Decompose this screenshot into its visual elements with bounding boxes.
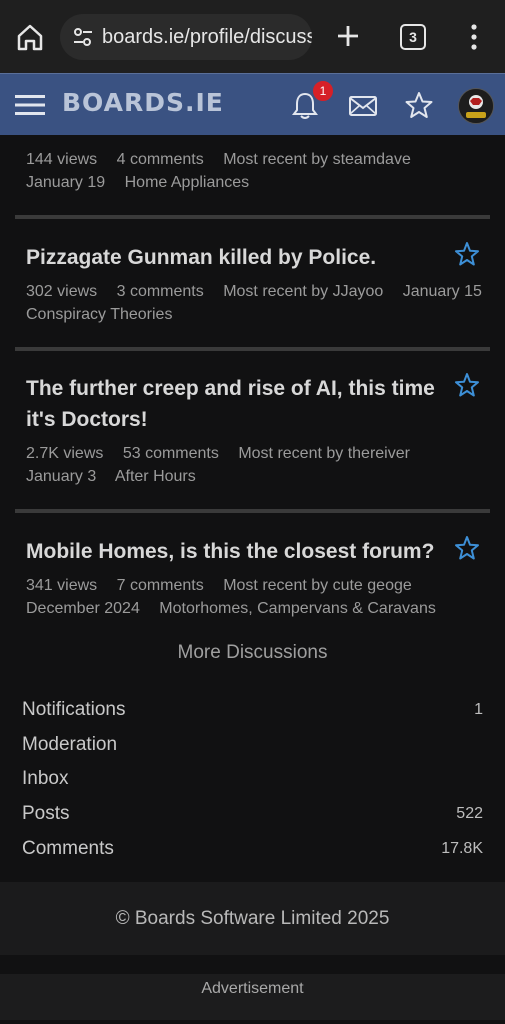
bookmark-star-icon[interactable] <box>454 241 480 267</box>
new-tab-icon[interactable] <box>333 21 363 51</box>
views-count: 144 views <box>26 151 98 168</box>
tab-switcher-button[interactable]: 3 <box>400 24 426 50</box>
discussion-meta: 2.7K views 53 comments Most recent by th… <box>26 445 425 463</box>
stat-label: Moderation <box>22 734 118 755</box>
notification-badge: 1 <box>312 80 334 102</box>
address-bar[interactable]: boards.ie/profile/discuss <box>60 14 312 60</box>
discussion-category[interactable]: Conspiracy Theories <box>26 306 172 323</box>
most-recent-by[interactable]: Most recent by thereiver <box>238 445 410 462</box>
avatar-image-icon <box>459 89 493 123</box>
stat-count: 1 <box>474 701 483 718</box>
advertisement-banner: Advertisement <box>0 974 505 1020</box>
discussion-meta-row2: January 19 Home Appliances <box>26 174 264 192</box>
views-count: 341 views <box>26 577 98 594</box>
discussion-date: January 3 <box>26 468 97 485</box>
stat-posts[interactable]: Posts 522 <box>22 801 483 827</box>
comments-count: 7 comments <box>116 577 204 594</box>
site-settings-icon[interactable] <box>72 26 94 48</box>
more-options-icon[interactable] <box>464 22 484 52</box>
discussion-meta: 341 views 7 comments Most recent by cute… <box>26 577 427 595</box>
discussion-title[interactable]: Pizzagate Gunman killed by Police. <box>26 242 446 273</box>
discussion-category[interactable]: Home Appliances <box>125 174 250 191</box>
copyright-text: © Boards Software Limited 2025 <box>115 907 390 929</box>
discussion-meta-row2: Conspiracy Theories <box>26 306 187 324</box>
discussion-date: December 2024 <box>26 600 140 617</box>
comments-count: 4 comments <box>116 151 204 168</box>
most-recent-by[interactable]: Most recent by cute geoge <box>223 577 412 594</box>
user-avatar[interactable] <box>458 88 494 124</box>
most-recent-by[interactable]: Most recent by steamdave <box>223 151 411 168</box>
url-text: boards.ie/profile/discuss <box>102 25 312 48</box>
bookmark-star-icon[interactable] <box>454 535 480 561</box>
discussion-date: January 19 <box>26 174 106 191</box>
menu-icon[interactable] <box>15 94 45 116</box>
comments-count: 3 comments <box>116 283 204 300</box>
stat-label: Comments <box>22 838 114 859</box>
home-icon[interactable] <box>15 22 45 52</box>
stat-moderation[interactable]: Moderation <box>22 732 483 758</box>
stat-label: Posts <box>22 803 70 824</box>
inbox-mail-icon[interactable] <box>348 94 378 118</box>
stat-label: Notifications <box>22 699 126 720</box>
site-logo[interactable]: BOARDS.IE <box>62 88 224 117</box>
views-count: 302 views <box>26 283 98 300</box>
discussion-meta-row2: January 3 After Hours <box>26 468 211 486</box>
site-header: BOARDS.IE 1 <box>0 73 505 135</box>
discussion-title[interactable]: Mobile Homes, is this the closest forum? <box>26 536 446 567</box>
stat-notifications[interactable]: Notifications 1 <box>22 697 483 723</box>
bookmarks-star-icon[interactable] <box>404 90 434 120</box>
stat-count: 17.8K <box>441 840 483 857</box>
stat-comments[interactable]: Comments 17.8K <box>22 836 483 862</box>
discussion-meta-row2: December 2024 Motorhomes, Campervans & C… <box>26 600 451 618</box>
views-count: 2.7K views <box>26 445 104 462</box>
most-recent-by[interactable]: Most recent by JJayoo <box>223 283 383 300</box>
comments-count: 53 comments <box>122 445 219 462</box>
site-footer: © Boards Software Limited 2025 <box>0 882 505 955</box>
more-discussions-link[interactable]: More Discussions <box>0 642 505 664</box>
discussion-category[interactable]: After Hours <box>115 468 196 485</box>
discussion-meta: 302 views 3 comments Most recent by JJay… <box>26 283 497 301</box>
divider <box>15 215 490 219</box>
discussion-meta: 144 views 4 comments Most recent by stea… <box>26 151 426 169</box>
advertisement-label: Advertisement <box>201 980 304 997</box>
stat-inbox[interactable]: Inbox <box>22 766 483 792</box>
discussion-title[interactable]: The further creep and rise of AI, this t… <box>26 373 446 435</box>
divider <box>15 509 490 513</box>
divider <box>15 347 490 351</box>
stat-count: 522 <box>456 805 483 822</box>
stat-label: Inbox <box>22 768 69 789</box>
discussion-category[interactable]: Motorhomes, Campervans & Caravans <box>159 600 436 617</box>
discussion-date: January 15 <box>402 283 482 300</box>
browser-toolbar: boards.ie/profile/discuss 3 <box>0 0 505 73</box>
bookmark-star-icon[interactable] <box>454 372 480 398</box>
